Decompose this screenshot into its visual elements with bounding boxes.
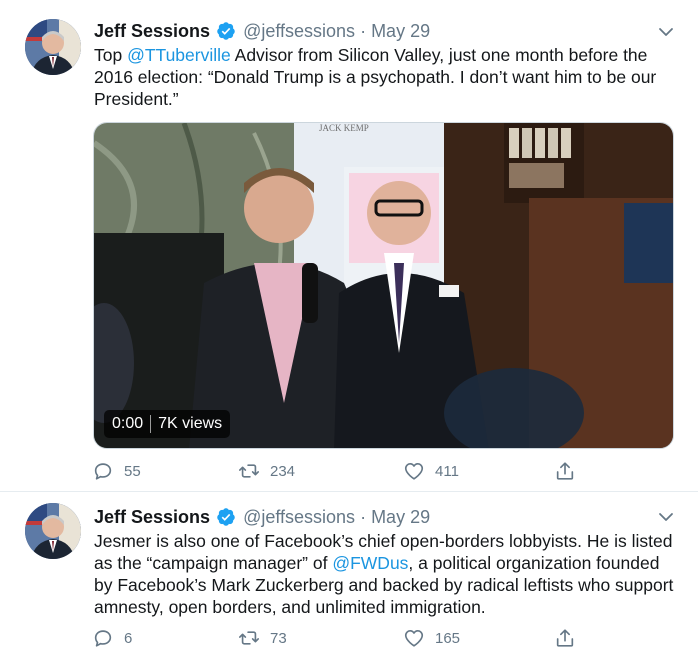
like-count: 165	[435, 629, 461, 647]
video-views: 7K views	[158, 415, 223, 432]
share-button[interactable]	[554, 459, 586, 483]
caret-down-icon[interactable]	[658, 24, 674, 40]
like-count: 411	[435, 462, 459, 480]
mention-link[interactable]: @TTuberville	[127, 45, 231, 65]
verified-badge-icon	[216, 21, 236, 41]
like-button[interactable]: 165	[403, 626, 460, 650]
video-thumbnail: JACK KEMP	[94, 123, 673, 448]
tweet-text: Top @TTuberville Advisor from Silicon Va…	[94, 44, 679, 110]
share-button[interactable]	[554, 626, 586, 650]
verified-badge-icon	[216, 507, 236, 527]
avatar[interactable]	[25, 19, 81, 75]
retweet-count: 234	[270, 462, 296, 480]
separator: ·	[360, 20, 367, 41]
reply-button[interactable]: 55	[92, 459, 141, 483]
like-button[interactable]: 411	[403, 459, 459, 483]
handle[interactable]: @jeffsessions	[243, 21, 355, 42]
retweet-button[interactable]: 73	[238, 626, 287, 650]
tweet[interactable]: Jeff Sessions @jeffsessions · May 29 Top…	[0, 0, 698, 492]
reply-count: 55	[124, 462, 141, 480]
tweet-actions: 55 234 411	[92, 459, 592, 483]
tweet[interactable]: Jeff Sessions @jeffsessions · May 29 Jes…	[0, 493, 698, 658]
reply-icon	[94, 630, 112, 647]
timestamp[interactable]: May 29	[371, 507, 430, 528]
display-name[interactable]: Jeff Sessions	[94, 21, 210, 42]
separator: ·	[360, 506, 367, 527]
avatar[interactable]	[25, 503, 81, 559]
tweet-text: Jesmer is also one of Facebook’s chief o…	[94, 530, 679, 618]
retweet-icon	[239, 631, 259, 645]
reply-icon	[94, 463, 112, 480]
retweet-icon	[239, 464, 259, 478]
backdrop-text: JACK KEMP	[319, 123, 369, 133]
divider	[150, 415, 152, 433]
handle[interactable]: @jeffsessions	[243, 507, 355, 528]
reply-count: 6	[124, 629, 133, 647]
video-time: 0:00	[112, 415, 144, 432]
like-icon	[404, 630, 424, 647]
tweet-header: Jeff Sessions @jeffsessions · May 29	[94, 505, 430, 529]
share-icon	[556, 462, 574, 480]
like-icon	[404, 463, 424, 480]
tweet-actions: 6 73 165	[92, 626, 592, 650]
share-icon	[556, 629, 574, 647]
tweet-text-part: Top	[94, 45, 128, 65]
display-name[interactable]: Jeff Sessions	[94, 507, 210, 528]
reply-button[interactable]: 6	[92, 626, 132, 650]
mention-link[interactable]: @FWDus	[332, 553, 408, 573]
caret-down-icon[interactable]	[658, 509, 674, 525]
video-player[interactable]: JACK KEMP 0:00 7K views	[93, 122, 674, 449]
video-info-badge: 0:00 7K views	[104, 410, 231, 438]
tweet-header: Jeff Sessions @jeffsessions · May 29	[94, 19, 430, 43]
retweet-count: 73	[270, 629, 287, 647]
timestamp[interactable]: May 29	[371, 21, 430, 42]
retweet-button[interactable]: 234	[238, 459, 295, 483]
